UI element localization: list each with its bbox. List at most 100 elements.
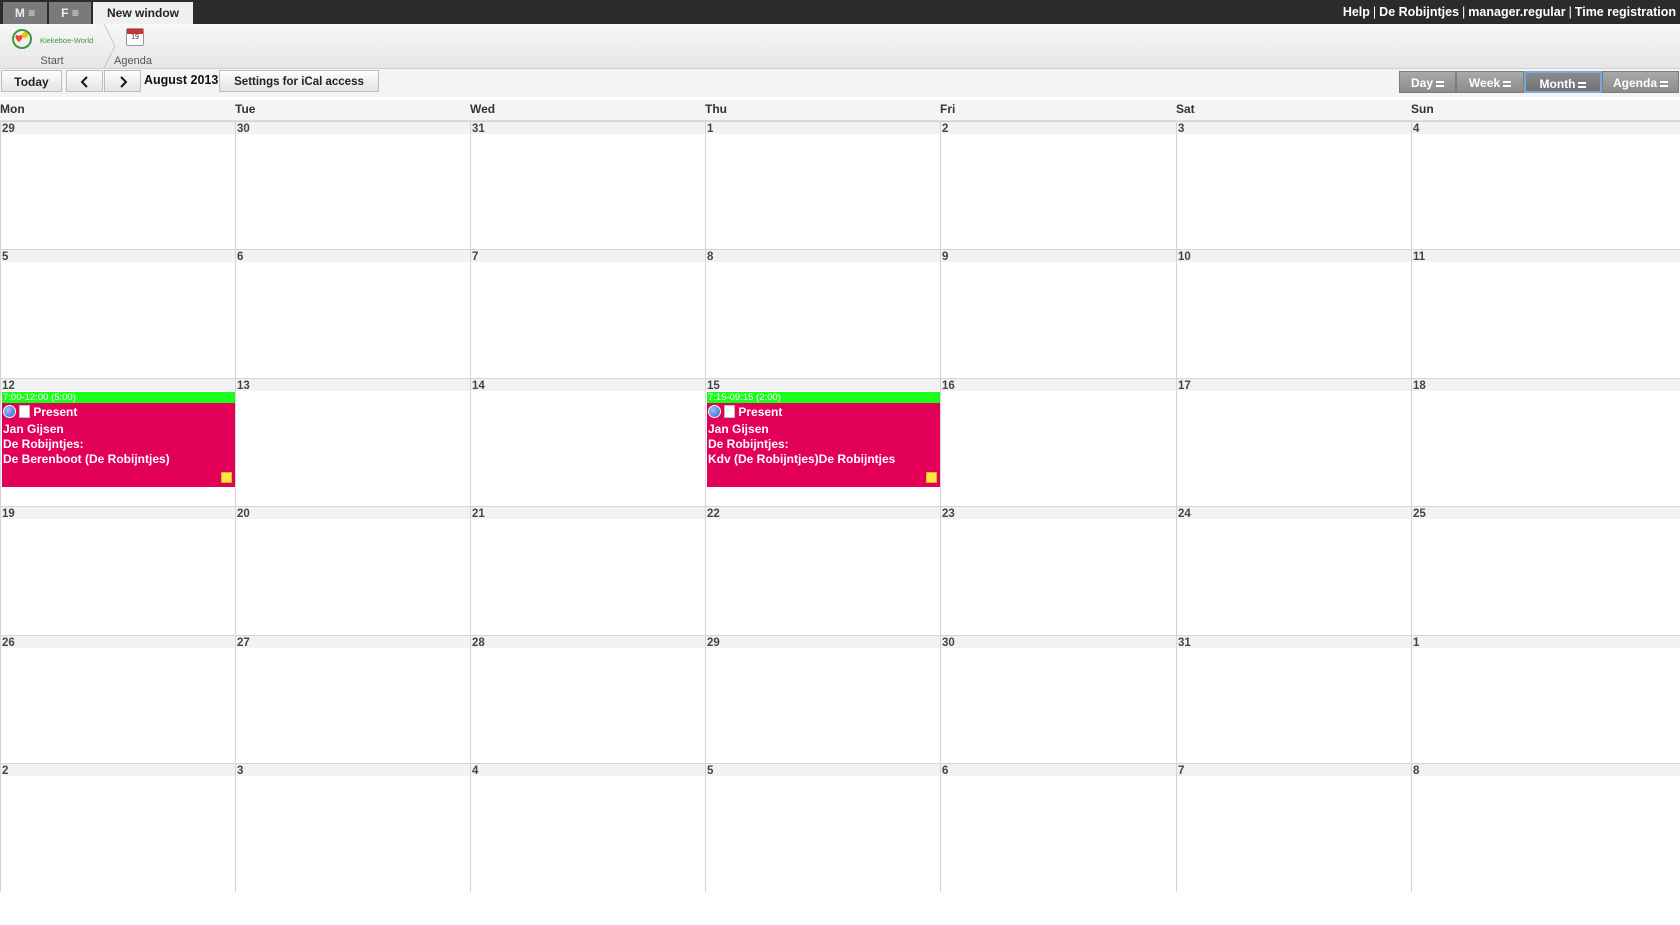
day-cell[interactable]: 10 bbox=[1176, 250, 1411, 378]
week-row: 2345678 bbox=[0, 763, 1680, 892]
day-cell[interactable]: 30 bbox=[940, 636, 1176, 764]
day-cell[interactable]: 21 bbox=[470, 507, 705, 635]
top-bar: M ≡ F ≡ New window Help | De Robijntjes | ma… bbox=[0, 0, 1680, 24]
day-cell[interactable]: 7 bbox=[1176, 764, 1411, 892]
day-number: 20 bbox=[236, 507, 470, 520]
chevron-right-icon bbox=[119, 76, 127, 88]
day-cell[interactable]: 26 bbox=[0, 636, 235, 764]
day-cell[interactable]: 18 bbox=[1411, 379, 1680, 507]
event-title-row: Present bbox=[2, 404, 235, 420]
day-number: 1 bbox=[706, 122, 940, 135]
organization-link[interactable]: De Robijntjes bbox=[1379, 5, 1459, 19]
day-cell[interactable]: 31 bbox=[470, 122, 705, 250]
day-number: 7 bbox=[1177, 764, 1411, 777]
chevron-left-icon bbox=[80, 76, 88, 88]
day-cell[interactable]: 13 bbox=[235, 379, 470, 507]
day-cell[interactable]: 22 bbox=[705, 507, 940, 635]
next-button[interactable] bbox=[104, 70, 141, 92]
day-number: 21 bbox=[471, 507, 705, 520]
day-cell[interactable]: 3 bbox=[1176, 122, 1411, 250]
week-row: 29 30 31 1 2 3 4 bbox=[0, 121, 1680, 250]
menu-icon bbox=[1436, 80, 1444, 87]
tab-m-menu[interactable]: M ≡ bbox=[3, 2, 47, 24]
today-button[interactable]: Today bbox=[1, 70, 62, 92]
day-cell[interactable]: 29 bbox=[0, 122, 235, 250]
day-cell[interactable]: 20 bbox=[235, 507, 470, 635]
day-cell[interactable]: 15 7:15-09:15 (2:00) Present Jan Gijsen De … bbox=[705, 379, 940, 507]
sticky-note-icon[interactable] bbox=[221, 472, 232, 483]
day-cell[interactable]: 3 bbox=[235, 764, 470, 892]
current-month-label: August 2013 bbox=[144, 73, 219, 87]
info-icon[interactable] bbox=[708, 405, 721, 418]
day-cell[interactable]: 6 bbox=[235, 250, 470, 378]
day-number: 16 bbox=[941, 379, 1176, 392]
day-cell[interactable]: 7 bbox=[470, 250, 705, 378]
day-cell[interactable]: 8 bbox=[1411, 764, 1680, 892]
day-number: 30 bbox=[236, 122, 470, 135]
day-number: 31 bbox=[471, 122, 705, 135]
note-icon[interactable] bbox=[19, 405, 30, 418]
day-cell[interactable]: 17 bbox=[1176, 379, 1411, 507]
weekday-sun: Sun bbox=[1411, 102, 1434, 116]
note-icon[interactable] bbox=[724, 405, 735, 418]
day-number: 3 bbox=[236, 764, 470, 777]
event-time: 7:00-12:00 (5:00) bbox=[2, 392, 235, 403]
day-cell[interactable]: 2 bbox=[0, 764, 235, 892]
day-cell[interactable]: 8 bbox=[705, 250, 940, 378]
user-link[interactable]: manager.regular bbox=[1468, 5, 1565, 19]
time-registration-link[interactable]: Time registration bbox=[1575, 5, 1676, 19]
day-cell[interactable]: 24 bbox=[1176, 507, 1411, 635]
day-cell[interactable]: 27 bbox=[235, 636, 470, 764]
day-number: 15 bbox=[706, 379, 940, 392]
day-number: 2 bbox=[941, 122, 1176, 135]
ical-settings-button[interactable]: Settings for iCal access bbox=[219, 70, 379, 92]
view-week-button[interactable]: Week bbox=[1456, 71, 1524, 93]
prev-button[interactable] bbox=[66, 70, 103, 92]
day-cell[interactable]: 5 bbox=[0, 250, 235, 378]
help-link[interactable]: Help bbox=[1343, 5, 1370, 19]
day-cell[interactable]: 16 bbox=[940, 379, 1176, 507]
day-cell[interactable]: 11 bbox=[1411, 250, 1680, 378]
event-person: Jan Gijsen bbox=[3, 422, 64, 436]
calendar-event[interactable]: 7:15-09:15 (2:00) Present Jan Gijsen De Ro… bbox=[707, 392, 940, 487]
agenda-app[interactable]: 19 Agenda bbox=[108, 24, 158, 68]
day-cell[interactable]: 25 bbox=[1411, 507, 1680, 635]
calendar-icon: 19 bbox=[126, 28, 144, 46]
day-cell[interactable]: 30 bbox=[235, 122, 470, 250]
menu-icon bbox=[1660, 80, 1668, 87]
start-app[interactable]: Kiekeboe-World Start bbox=[0, 24, 104, 68]
day-number: 2 bbox=[1, 764, 235, 777]
weekday-sat: Sat bbox=[1176, 102, 1195, 116]
day-cell[interactable]: 23 bbox=[940, 507, 1176, 635]
info-icon[interactable] bbox=[3, 405, 16, 418]
day-cell[interactable]: 1 bbox=[1411, 636, 1680, 764]
day-number: 8 bbox=[1412, 764, 1680, 777]
day-cell[interactable]: 2 bbox=[940, 122, 1176, 250]
day-number: 7 bbox=[471, 250, 705, 263]
day-number: 30 bbox=[941, 636, 1176, 649]
week-row: 19 20 21 22 23 24 25 bbox=[0, 506, 1680, 635]
day-cell[interactable]: 31 bbox=[1176, 636, 1411, 764]
week-row: 12 7:00-12:00 (5:00) Present Jan Gijsen De … bbox=[0, 378, 1680, 507]
day-cell[interactable]: 4 bbox=[1411, 122, 1680, 250]
tab-f-menu[interactable]: F ≡ bbox=[49, 2, 91, 24]
day-cell[interactable]: 5 bbox=[705, 764, 940, 892]
day-cell[interactable]: 6 bbox=[940, 764, 1176, 892]
day-cell[interactable]: 12 7:00-12:00 (5:00) Present Jan Gijsen De … bbox=[0, 379, 235, 507]
start-label: Start bbox=[40, 55, 64, 67]
week-row: 26 27 28 29 30 31 1 bbox=[0, 635, 1680, 764]
day-cell[interactable]: 1 bbox=[705, 122, 940, 250]
day-cell[interactable]: 28 bbox=[470, 636, 705, 764]
view-agenda-button[interactable]: Agenda bbox=[1602, 71, 1679, 93]
weekday-mon: Mon bbox=[0, 102, 25, 116]
tab-new-window[interactable]: New window bbox=[93, 2, 193, 24]
sticky-note-icon[interactable] bbox=[926, 472, 937, 483]
view-month-button[interactable]: Month bbox=[1524, 71, 1602, 93]
day-cell[interactable]: 4 bbox=[470, 764, 705, 892]
day-cell[interactable]: 19 bbox=[0, 507, 235, 635]
view-day-button[interactable]: Day bbox=[1399, 71, 1456, 93]
day-cell[interactable]: 29 bbox=[705, 636, 940, 764]
day-cell[interactable]: 14 bbox=[470, 379, 705, 507]
calendar-event[interactable]: 7:00-12:00 (5:00) Present Jan Gijsen De Ro… bbox=[2, 392, 235, 487]
day-cell[interactable]: 9 bbox=[940, 250, 1176, 378]
